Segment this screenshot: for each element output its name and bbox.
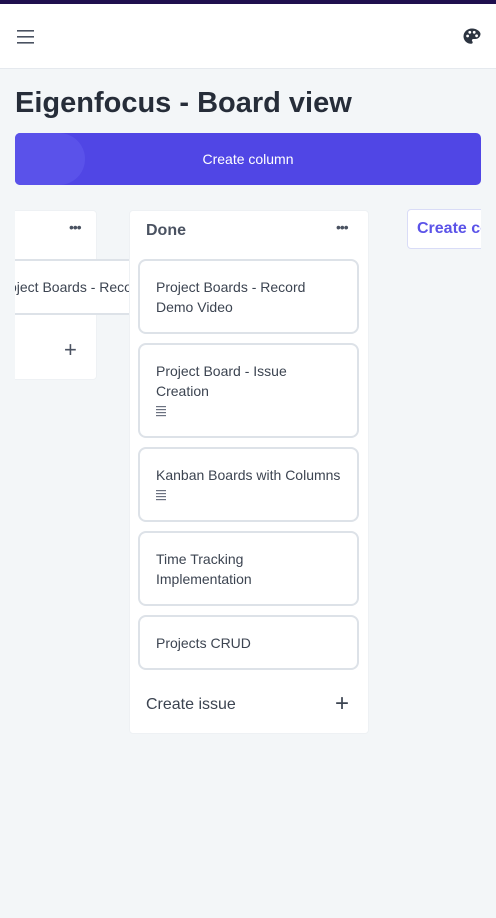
board-column-done: Done ••• Project Boards - Record Demo Vi… <box>129 210 369 734</box>
column-menu-button[interactable]: ••• <box>69 219 82 235</box>
add-issue-button[interactable]: + <box>64 339 77 361</box>
issue-card[interactable]: Project Board - Issue Creation <box>138 343 359 438</box>
palette-icon <box>463 28 481 44</box>
issue-card-title: Project Boards - Record Demo Video <box>156 279 306 315</box>
board-column: ••• Project Boards - Record Demo Video + <box>15 210 148 380</box>
column-menu-button[interactable]: ••• <box>336 219 349 235</box>
issue-card-title: Projects CRUD <box>156 635 251 651</box>
issue-card[interactable]: Kanban Boards with Columns <box>138 447 359 522</box>
menu-button[interactable] <box>12 22 40 50</box>
create-column-button[interactable]: Create column <box>15 133 481 185</box>
issue-card-title: Time Tracking Implementation <box>156 551 252 587</box>
description-icon <box>156 406 166 417</box>
issue-card[interactable]: Time Tracking Implementation <box>138 531 359 606</box>
board-columns[interactable]: ••• Project Boards - Record Demo Video +… <box>15 209 481 769</box>
app-header <box>0 4 496 69</box>
issue-card-title: Kanban Boards with Columns <box>156 467 341 483</box>
create-issue-button[interactable]: Create issue <box>146 695 236 715</box>
create-column-label: Create column <box>202 151 294 167</box>
theme-button[interactable] <box>458 21 486 49</box>
column-title: Done <box>146 222 186 239</box>
description-icon <box>156 490 166 501</box>
hamburger-menu-icon <box>17 30 34 44</box>
issue-card[interactable]: Projects CRUD <box>138 615 359 670</box>
create-column-inline-button[interactable]: Create column <box>407 209 481 249</box>
issue-card[interactable]: Project Boards - Record Demo Video <box>138 259 359 334</box>
issue-card-title: Project Board - Issue Creation <box>156 363 287 399</box>
page-title: Eigenfocus - Board view <box>15 87 352 119</box>
button-ripple <box>15 133 85 185</box>
add-issue-button[interactable]: + <box>335 692 349 716</box>
